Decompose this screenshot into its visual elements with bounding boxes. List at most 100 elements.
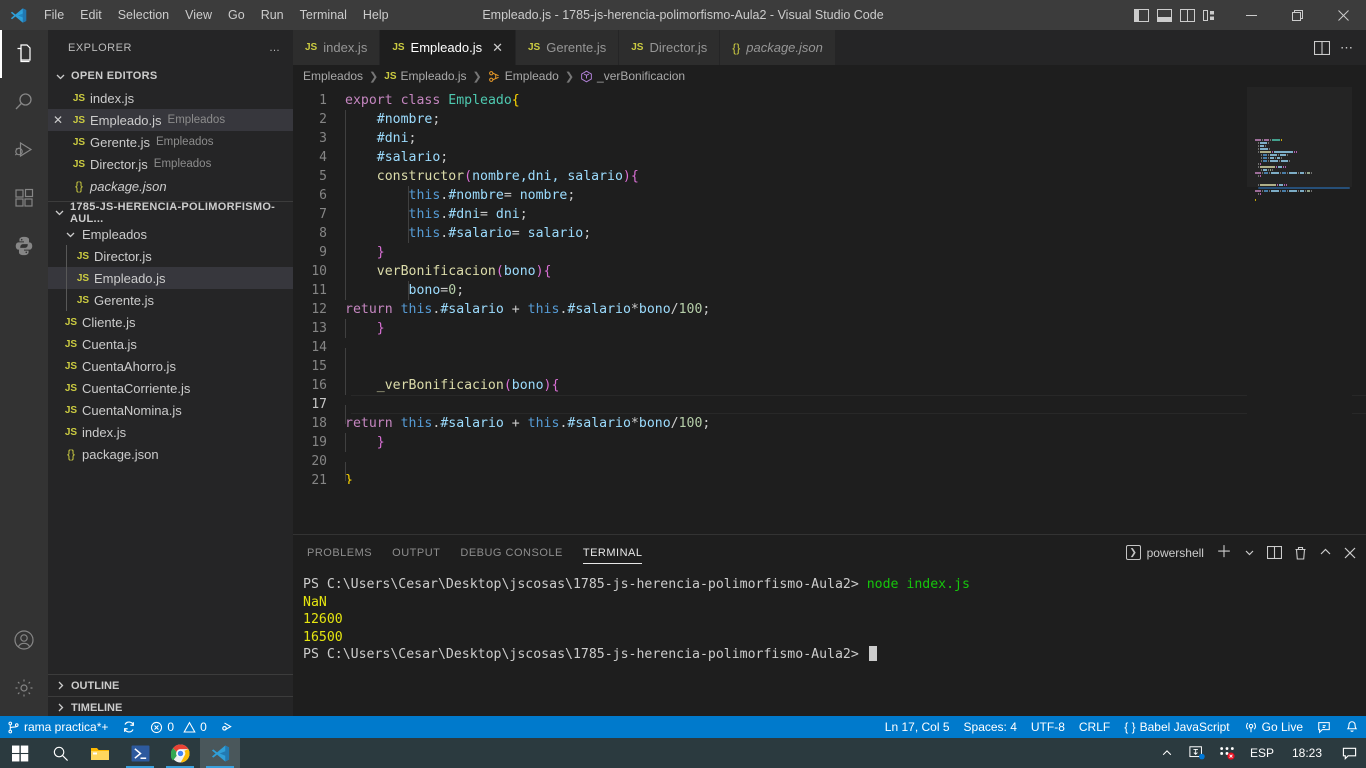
breadcrumb-item-folder[interactable]: Empleados <box>303 69 363 83</box>
action-center-icon[interactable] <box>1332 738 1366 768</box>
open-editor-row[interactable]: {} package.json <box>48 175 293 197</box>
tree-folder-empleados[interactable]: Empleados <box>48 223 293 245</box>
code-line[interactable]: 20 <box>293 452 1366 481</box>
menu-selection[interactable]: Selection <box>110 0 177 30</box>
tree-file-empleado[interactable]: JS Empleado.js <box>48 267 293 289</box>
tab-empleado-js[interactable]: JS Empleado.js ✕ <box>380 30 516 65</box>
code-line[interactable]: 8 this.#salario= salario; <box>293 224 1366 243</box>
window-close-button[interactable] <box>1320 0 1366 30</box>
status-language-mode[interactable]: { } Babel JavaScript <box>1117 716 1236 738</box>
tab-output[interactable]: OUTPUT <box>392 535 440 570</box>
tab-terminal[interactable]: TERMINAL <box>582 535 643 570</box>
activity-extensions[interactable] <box>0 174 48 222</box>
code-line[interactable]: 16 _verBonificacion(bono){ <box>293 376 1366 395</box>
status-go-live[interactable]: Go Live <box>1237 716 1310 738</box>
maximize-panel-icon[interactable] <box>1319 546 1332 559</box>
tab-gerente-js[interactable]: JS Gerente.js <box>516 30 620 65</box>
tree-file-director[interactable]: JS Director.js <box>48 245 293 267</box>
tree-file-cuenta[interactable]: JS Cuenta.js <box>48 333 293 355</box>
status-feedback[interactable] <box>1310 716 1338 738</box>
split-terminal-icon[interactable] <box>1267 546 1282 559</box>
code-line[interactable]: 10 verBonificacion(bono){ <box>293 262 1366 281</box>
activity-manage-gear[interactable] <box>0 664 48 712</box>
breadcrumb-item-file[interactable]: JS Empleado.js <box>384 69 466 83</box>
code-line[interactable]: 1 export class Empleado{ <box>293 91 1366 110</box>
sidebar-more-actions-icon[interactable]: … <box>269 42 281 54</box>
onedrive-icon[interactable] <box>1182 738 1212 768</box>
status-branch[interactable]: rama practica*+ <box>0 716 115 738</box>
status-cursor-position[interactable]: Ln 17, Col 5 <box>878 716 957 738</box>
menu-terminal[interactable]: Terminal <box>292 0 355 30</box>
kill-terminal-icon[interactable] <box>1294 546 1307 560</box>
code-editor[interactable]: 1 export class Empleado{2 #nombre; 3 #dni;… <box>293 87 1366 484</box>
tree-file-index[interactable]: JS index.js <box>48 421 293 443</box>
close-icon[interactable]: ✕ <box>48 113 68 127</box>
split-editor-icon[interactable] <box>1314 40 1330 55</box>
breadcrumb-item-method[interactable]: _verBonificacion <box>580 69 685 83</box>
tab-index-js[interactable]: JS index.js <box>293 30 381 65</box>
section-outline[interactable]: OUTLINE <box>48 674 293 696</box>
menu-view[interactable]: View <box>177 0 220 30</box>
language-indicator[interactable]: ESP <box>1242 746 1282 760</box>
code-line[interactable]: 4 #salario; <box>293 148 1366 167</box>
code-line[interactable]: 18 return this.#salario + this.#salario*b… <box>293 414 1366 433</box>
code-line[interactable]: 21} <box>293 471 1366 484</box>
new-terminal-icon[interactable]: ＋ <box>1216 544 1232 561</box>
tree-file-cuentaahorro[interactable]: JS CuentaAhorro.js <box>48 355 293 377</box>
toggle-panel-icon[interactable] <box>1154 0 1174 30</box>
tree-file-cuentacorriente[interactable]: JS CuentaCorriente.js <box>48 377 293 399</box>
status-encoding[interactable]: UTF-8 <box>1024 716 1072 738</box>
code-line[interactable]: 14 <box>293 338 1366 367</box>
menu-edit[interactable]: Edit <box>72 0 110 30</box>
file-explorer-icon[interactable] <box>80 738 120 768</box>
tree-file-cuentanomina[interactable]: JS CuentaNomina.js <box>48 399 293 421</box>
code-line[interactable]: 12 return this.#salario + this.#salario*b… <box>293 300 1366 319</box>
terminal-shell-selector[interactable]: ❯ powershell <box>1125 545 1204 560</box>
toggle-primary-sidebar-icon[interactable] <box>1131 0 1151 30</box>
window-restore-button[interactable] <box>1274 0 1320 30</box>
status-problems[interactable]: 0 0 <box>143 716 213 738</box>
more-actions-icon[interactable]: ⋯ <box>1340 40 1354 56</box>
tab-debug-console[interactable]: DEBUG CONSOLE <box>460 535 562 570</box>
activity-python[interactable] <box>0 222 48 270</box>
section-workspace[interactable]: 1785-JS-HERENCIA-POLIMORFISMO-AUL... <box>48 201 293 225</box>
tab-package-json[interactable]: {} package.json <box>720 30 836 65</box>
close-icon[interactable]: ✕ <box>492 41 503 54</box>
network-icon[interactable] <box>1212 738 1242 768</box>
taskbar-search-icon[interactable] <box>40 738 80 768</box>
section-timeline[interactable]: TIMELINE <box>48 696 293 718</box>
activity-explorer[interactable] <box>0 30 48 78</box>
customize-layout-icon[interactable] <box>1200 0 1220 30</box>
chrome-icon[interactable] <box>160 738 200 768</box>
code-line[interactable]: 5 constructor(nombre,dni, salario){ <box>293 167 1366 186</box>
toggle-secondary-sidebar-icon[interactable] <box>1177 0 1197 30</box>
code-line[interactable]: 6 this.#nombre= nombre; <box>293 186 1366 205</box>
terminal-output[interactable]: PS C:\Users\Cesar\Desktop\jscosas\1785-j… <box>293 570 1366 664</box>
window-minimize-button[interactable] <box>1228 0 1274 30</box>
close-panel-icon[interactable] <box>1344 547 1356 559</box>
code-line[interactable]: 7 this.#dni= dni; <box>293 205 1366 224</box>
editor-scrollbar[interactable] <box>1352 87 1366 484</box>
tree-file-packagejson[interactable]: {} package.json <box>48 443 293 465</box>
activity-run-and-debug[interactable] <box>0 126 48 174</box>
vscode-icon[interactable] <box>200 738 240 768</box>
code-line[interactable]: 17 <box>293 395 1366 424</box>
taskbar-clock[interactable]: 18:23 <box>1282 746 1332 760</box>
menu-run[interactable]: Run <box>253 0 292 30</box>
status-eol[interactable]: CRLF <box>1072 716 1117 738</box>
chevron-down-icon[interactable] <box>1244 547 1255 558</box>
status-sync[interactable] <box>115 716 143 738</box>
show-hidden-icons-icon[interactable] <box>1152 738 1182 768</box>
menu-go[interactable]: Go <box>220 0 253 30</box>
activity-accounts[interactable] <box>0 616 48 664</box>
powershell-icon[interactable] <box>120 738 160 768</box>
open-editor-row[interactable]: JS Gerente.js Empleados <box>48 131 293 153</box>
open-editor-row[interactable]: JS index.js <box>48 87 293 109</box>
code-line[interactable]: 11 bono=0; <box>293 281 1366 300</box>
tab-director-js[interactable]: JS Director.js <box>619 30 721 65</box>
breadcrumb-item-class[interactable]: Empleado <box>488 69 559 83</box>
menu-file[interactable]: File <box>36 0 72 30</box>
code-line[interactable]: 3 #dni; <box>293 129 1366 148</box>
section-open-editors[interactable]: OPEN EDITORS <box>48 65 293 87</box>
status-ports[interactable] <box>214 716 242 738</box>
